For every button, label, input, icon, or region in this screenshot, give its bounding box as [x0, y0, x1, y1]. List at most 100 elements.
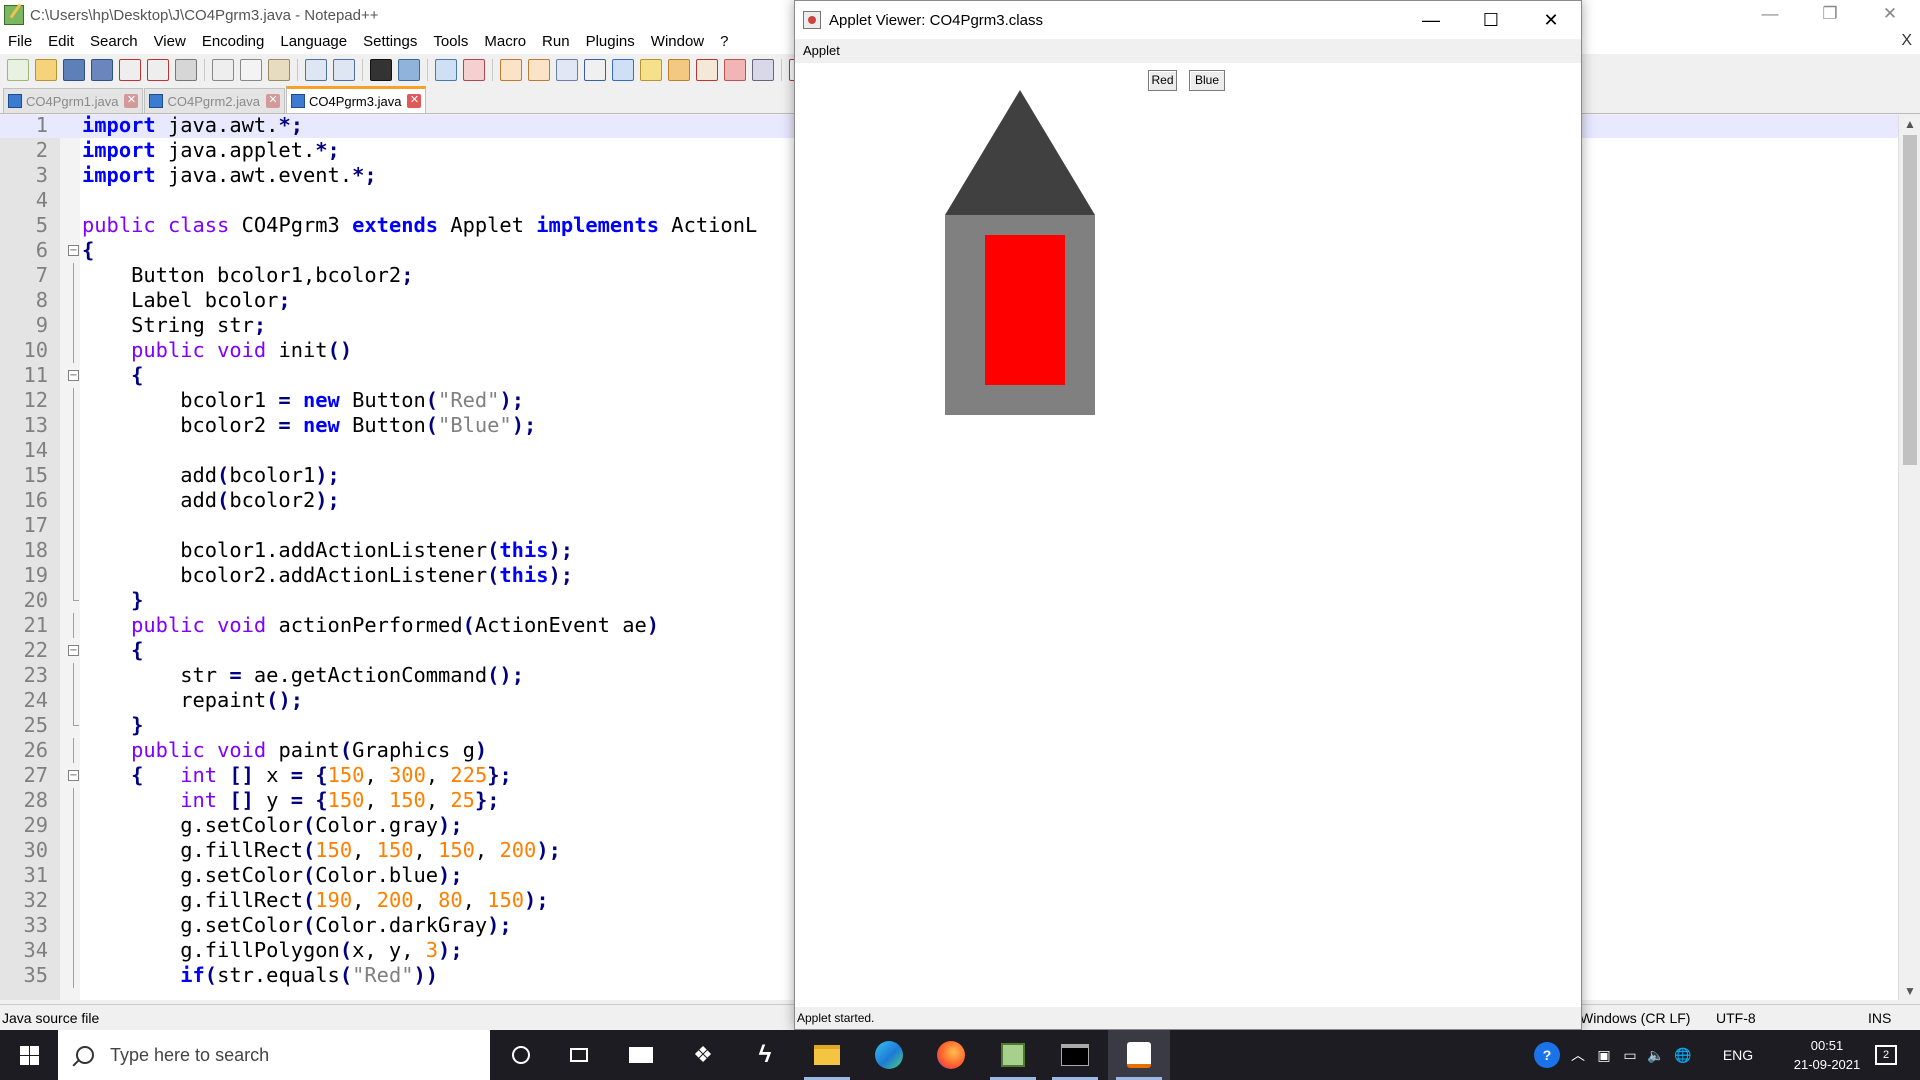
menu-item-window[interactable]: Window: [643, 30, 712, 54]
file-explorer-icon[interactable]: [796, 1030, 858, 1080]
folder-workspace-icon[interactable]: [724, 59, 746, 81]
scrollbar-thumb[interactable]: [1903, 135, 1917, 465]
applet-close-icon[interactable]: ✕: [1521, 1, 1581, 39]
file-save-icon: [8, 94, 22, 108]
applet-maximize-icon[interactable]: ☐: [1461, 1, 1521, 39]
monitoring-icon[interactable]: [752, 59, 774, 81]
menu-item-run[interactable]: Run: [534, 30, 578, 54]
fold-toggle-icon[interactable]: −: [68, 245, 79, 256]
cortana-icon[interactable]: [490, 1030, 552, 1080]
zoom-out-icon[interactable]: [463, 59, 485, 81]
menu-item-edit[interactable]: Edit: [40, 30, 82, 54]
replace-icon[interactable]: [398, 59, 420, 81]
firefox-icon[interactable]: [920, 1030, 982, 1080]
line-number: 4: [35, 188, 48, 212]
tab-close-icon[interactable]: ✕: [124, 94, 139, 108]
java-icon[interactable]: [1108, 1030, 1170, 1080]
show-all-chars-icon[interactable]: [584, 59, 606, 81]
clock[interactable]: 00:51 21-09-2021: [1782, 1036, 1872, 1074]
meet-now-icon[interactable]: ▣: [1592, 1030, 1616, 1080]
file-tab[interactable]: CO4Pgrm1.java ✕: [3, 88, 144, 113]
new-file-icon[interactable]: [7, 59, 29, 81]
dropbox-icon[interactable]: ❖: [672, 1030, 734, 1080]
fold-toggle-icon[interactable]: −: [68, 770, 79, 781]
red-button[interactable]: Red: [1148, 70, 1177, 91]
fold-line: [73, 963, 74, 988]
close-all-icon[interactable]: [147, 59, 169, 81]
line-number: 16: [23, 488, 48, 512]
volume-icon[interactable]: 🔈: [1644, 1030, 1668, 1080]
line-number: 12: [23, 388, 48, 412]
scroll-down-icon[interactable]: ▼: [1903, 984, 1917, 998]
menu-item-encoding[interactable]: Encoding: [194, 30, 273, 54]
command-prompt-icon[interactable]: [1044, 1030, 1106, 1080]
find-icon[interactable]: [370, 59, 392, 81]
scroll-up-icon[interactable]: ▲: [1903, 117, 1917, 131]
cut-icon[interactable]: [212, 59, 234, 81]
taskbar-search-box[interactable]: Type here to search: [58, 1030, 490, 1080]
sync-vertical-icon[interactable]: [500, 59, 522, 81]
start-button[interactable]: [0, 1030, 58, 1080]
language-indicator[interactable]: ENG: [1716, 1030, 1760, 1080]
help-icon[interactable]: ?: [1530, 1030, 1564, 1080]
windows-logo-icon: [20, 1046, 29, 1055]
open-file-icon[interactable]: [35, 59, 57, 81]
menu-item-settings[interactable]: Settings: [355, 30, 425, 54]
menu-item-search[interactable]: Search: [82, 30, 146, 54]
fold-toggle-icon[interactable]: −: [68, 370, 79, 381]
code-text: public void paint(Graphics g): [131, 738, 488, 762]
applet-minimize-icon[interactable]: —: [1401, 1, 1461, 39]
menu-item-tools[interactable]: Tools: [425, 30, 476, 54]
network-globe-icon[interactable]: 🌐: [1670, 1030, 1696, 1080]
tray-chevron-up-icon[interactable]: ︿: [1566, 1030, 1590, 1080]
menu-item-plugins[interactable]: Plugins: [578, 30, 643, 54]
word-wrap-icon[interactable]: [556, 59, 578, 81]
notepad-plus-plus-icon[interactable]: [982, 1030, 1044, 1080]
user-language-icon[interactable]: [640, 59, 662, 81]
close-file-icon[interactable]: [119, 59, 141, 81]
indent-guide-icon[interactable]: [612, 59, 634, 81]
applet-status: Applet started.: [797, 1011, 875, 1025]
fold-toggle-icon[interactable]: −: [68, 645, 79, 656]
menu-item-macro[interactable]: Macro: [476, 30, 534, 54]
file-tab[interactable]: CO4Pgrm3.java ✕: [285, 86, 427, 113]
line-number: 2: [35, 138, 48, 162]
zoom-in-icon[interactable]: [435, 59, 457, 81]
tab-close-icon[interactable]: ✕: [407, 94, 422, 108]
minimize-icon[interactable]: —: [1740, 0, 1800, 30]
document-map-icon[interactable]: [668, 59, 690, 81]
mail-icon[interactable]: [610, 1030, 672, 1080]
notification-count: 2: [1875, 1045, 1897, 1065]
code-text: import java.awt.event.*;: [82, 163, 377, 187]
menu-item-help[interactable]: ?: [712, 30, 736, 54]
battery-icon[interactable]: ▭: [1618, 1030, 1642, 1080]
menu-item-view[interactable]: View: [146, 30, 194, 54]
code-text: public void actionPerformed(ActionEvent …: [131, 613, 660, 637]
undo-icon[interactable]: [305, 59, 327, 81]
task-view-icon[interactable]: [548, 1030, 610, 1080]
copy-icon[interactable]: [240, 59, 262, 81]
editor-scrollbar[interactable]: ▲ ▼: [1898, 115, 1920, 1000]
document-close-button[interactable]: X: [1901, 32, 1912, 50]
menu-item-file[interactable]: File: [0, 30, 40, 54]
line-number: 13: [23, 413, 48, 437]
tab-close-icon[interactable]: ✕: [265, 94, 280, 108]
code-text: g.setColor(Color.gray);: [82, 813, 463, 837]
save-icon[interactable]: [63, 59, 85, 81]
paste-icon[interactable]: [268, 59, 290, 81]
edge-icon[interactable]: [858, 1030, 920, 1080]
save-all-icon[interactable]: [91, 59, 113, 81]
winamp-icon[interactable]: ϟ: [734, 1030, 796, 1080]
code-text: bcolor2 = new Button("Blue");: [82, 413, 537, 437]
function-list-icon[interactable]: [696, 59, 718, 81]
close-icon[interactable]: ✕: [1860, 0, 1920, 30]
blue-button[interactable]: Blue: [1189, 70, 1225, 91]
restore-icon[interactable]: ❐: [1800, 0, 1860, 30]
print-icon[interactable]: [175, 59, 197, 81]
sync-horizontal-icon[interactable]: [528, 59, 550, 81]
menu-item-language[interactable]: Language: [272, 30, 355, 54]
redo-icon[interactable]: [333, 59, 355, 81]
file-tab[interactable]: CO4Pgrm2.java ✕: [144, 88, 285, 113]
notification-center-icon[interactable]: 2: [1866, 1030, 1906, 1080]
applet-menu[interactable]: Applet: [803, 43, 840, 58]
